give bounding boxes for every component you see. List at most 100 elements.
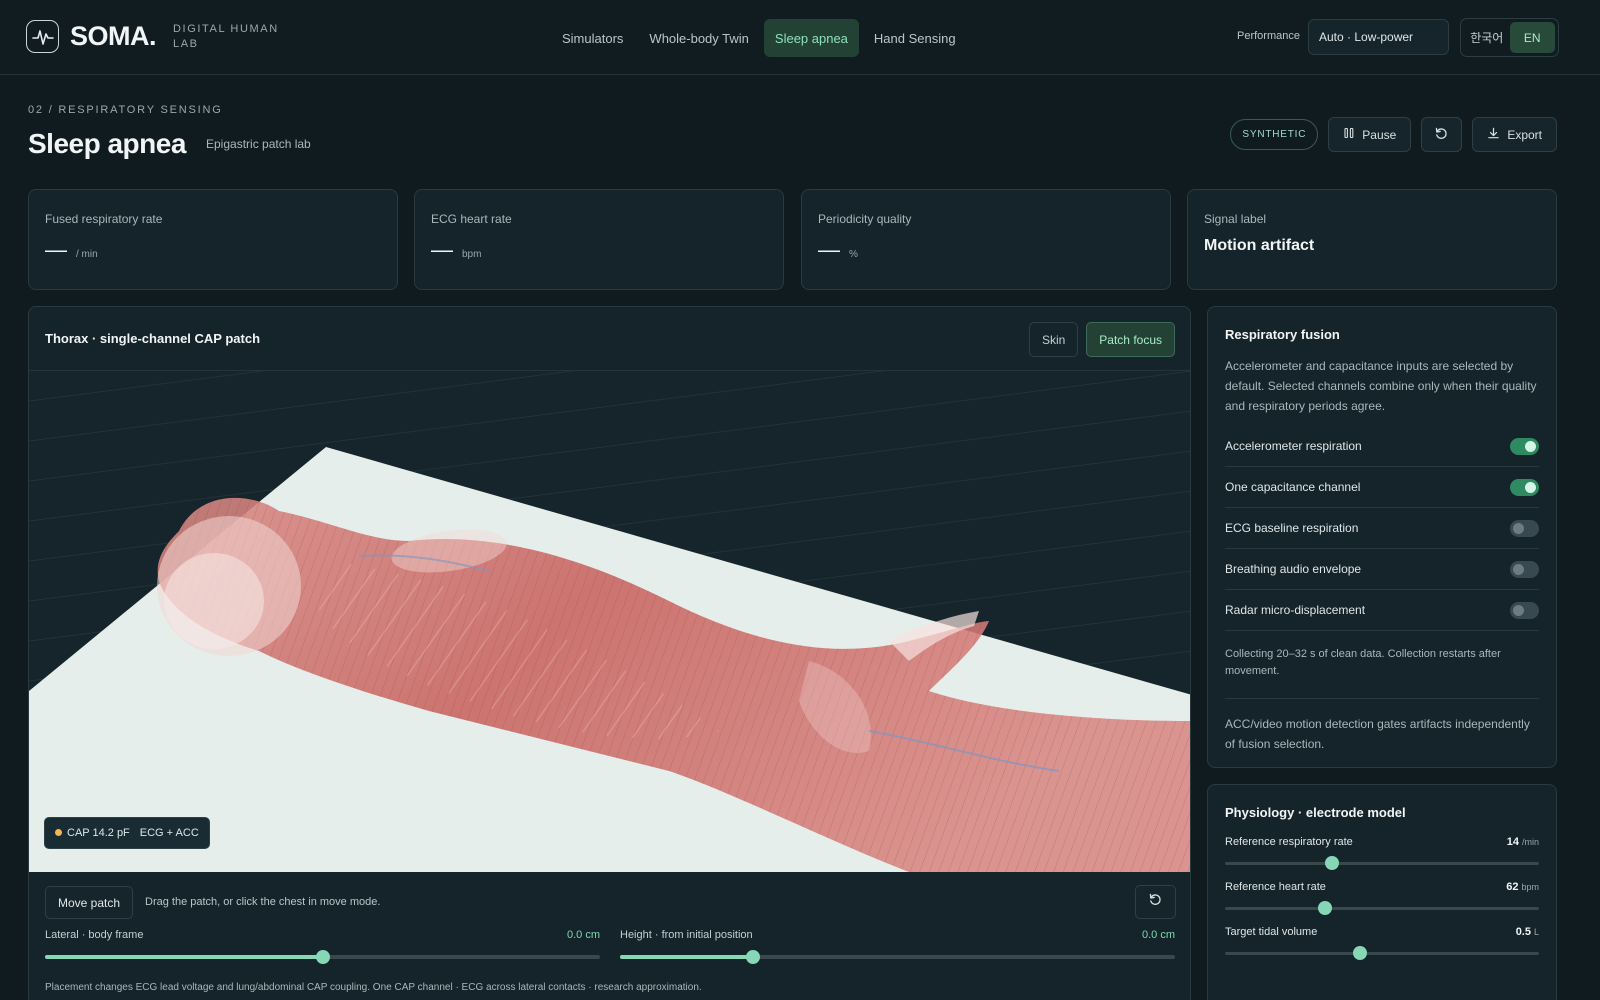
view-patch-focus-button[interactable]: Patch focus — [1086, 322, 1175, 357]
stat-value: — — [818, 237, 840, 262]
toggle-label: One capacitance channel — [1225, 480, 1361, 494]
capacitance-switch[interactable] — [1510, 478, 1539, 496]
height-slider-fill — [620, 955, 754, 959]
stat-value: — — [431, 237, 453, 262]
pause-button[interactable]: Pause — [1328, 117, 1412, 152]
height-slider-thumb[interactable] — [746, 950, 761, 964]
param-label: Reference heart rate — [1225, 881, 1326, 893]
toggle-row-radar[interactable]: Radar micro-displacement — [1225, 590, 1539, 631]
refresh-icon — [1434, 126, 1449, 144]
performance-label: Performance — [1237, 30, 1300, 42]
3d-anatomy-canvas[interactable] — [29, 371, 1191, 872]
toggle-row-audio-envelope[interactable]: Breathing audio envelope — [1225, 549, 1539, 590]
accelerometer-switch[interactable] — [1510, 437, 1539, 455]
stat-unit: / min — [76, 249, 98, 260]
physiology-panel: Physiology · electrode model Reference r… — [1207, 784, 1557, 1000]
patch-controls: Move patch Drag the patch, or click the … — [45, 885, 1176, 920]
toggle-row-ecg-baseline[interactable]: ECG baseline respiration — [1225, 508, 1539, 549]
lateral-slider-block: Lateral · body frame 0.0 cm — [45, 929, 600, 964]
toggle-label: ECG baseline respiration — [1225, 521, 1359, 535]
tidal-volume-slider[interactable] — [1225, 946, 1539, 960]
lateral-label: Lateral · body frame — [45, 929, 144, 941]
param-unit: L — [1533, 927, 1539, 937]
fusion-toggle-list: Accelerometer respiration One capacitanc… — [1225, 426, 1539, 631]
audio-envelope-switch[interactable] — [1510, 560, 1539, 578]
lateral-value: 0.0 cm — [566, 929, 600, 941]
nav-hand-sensing[interactable]: Hand Sensing — [863, 19, 967, 57]
pulse-logo-icon — [26, 20, 59, 53]
export-label: Export — [1507, 127, 1542, 142]
heart-rate-slider[interactable] — [1225, 901, 1539, 915]
cap-status-badge: CAP 14.2 pF ECG + ACC — [44, 817, 210, 849]
sensor-mode: ECG + ACC — [139, 827, 199, 839]
height-value: 0.0 cm — [1141, 929, 1175, 941]
height-slider-block: Height · from initial position 0.0 cm — [620, 929, 1175, 964]
header-actions: SYNTHETIC Pause Export — [1230, 117, 1557, 152]
top-navigation-bar: SOMA. DIGITAL HUMAN LAB Simulators Whole… — [0, 0, 1600, 75]
stat-label: Fused respiratory rate — [45, 212, 163, 226]
brand-subtitle: DIGITAL HUMAN LAB — [173, 22, 279, 50]
language-switcher: 한국어 EN — [1460, 18, 1559, 57]
language-ko-button[interactable]: 한국어 — [1464, 22, 1510, 53]
stat-card-heart-rate: ECG heart rate — bpm — [414, 189, 784, 290]
move-patch-hint: Drag the patch, or click the chest in mo… — [145, 896, 381, 908]
language-en-button[interactable]: EN — [1509, 22, 1555, 53]
cap-value: CAP 14.2 pF — [67, 827, 130, 839]
viewer-footnote: Placement changes ECG lead voltage and l… — [45, 982, 702, 993]
param-label: Target tidal volume — [1225, 926, 1318, 938]
lateral-slider-thumb[interactable] — [315, 950, 330, 964]
param-value: 0.5 — [1515, 926, 1531, 938]
param-value: 62 — [1506, 881, 1519, 893]
nav-simulators[interactable]: Simulators — [551, 19, 634, 57]
stat-card-signal-label: Signal label Motion artifact — [1187, 189, 1557, 290]
fusion-title: Respiratory fusion — [1225, 327, 1340, 342]
pause-label: Pause — [1362, 127, 1397, 142]
synthetic-badge: SYNTHETIC — [1230, 119, 1319, 150]
brand[interactable]: SOMA. DIGITAL HUMAN LAB — [26, 20, 283, 53]
section-eyebrow: 02 / RESPIRATORY SENSING — [28, 104, 223, 116]
tidal-volume-slider-thumb[interactable] — [1353, 946, 1368, 960]
reset-button[interactable] — [1421, 117, 1463, 152]
fusion-description: Accelerometer and capacitance inputs are… — [1225, 359, 1537, 413]
brand-name: SOMA. — [70, 21, 157, 51]
respiratory-rate-slider[interactable] — [1225, 856, 1539, 870]
stat-value: — — [45, 237, 67, 262]
respiratory-rate-slider-thumb[interactable] — [1324, 856, 1339, 870]
param-tidal-volume: Target tidal volume 0.5 L — [1225, 926, 1539, 960]
cap-reading: CAP 14.2 pF — [55, 827, 130, 839]
toggle-label: Breathing audio envelope — [1225, 562, 1362, 576]
page-subtitle: Epigastric patch lab — [206, 137, 311, 151]
respiratory-fusion-panel: Respiratory fusion Accelerometer and cap… — [1207, 306, 1557, 768]
view-skin-button[interactable]: Skin — [1028, 322, 1079, 357]
nav-sleep-apnea[interactable]: Sleep apnea — [763, 19, 859, 57]
param-label: Reference respiratory rate — [1225, 836, 1353, 848]
stat-label: ECG heart rate — [431, 212, 512, 226]
height-label: Height · from initial position — [620, 929, 753, 941]
lateral-slider[interactable] — [45, 950, 600, 964]
export-button[interactable]: Export — [1472, 117, 1557, 152]
toggle-row-accelerometer[interactable]: Accelerometer respiration — [1225, 426, 1539, 467]
pause-icon — [1343, 127, 1355, 142]
move-patch-button[interactable]: Move patch — [45, 886, 134, 919]
heart-rate-slider-thumb[interactable] — [1318, 901, 1333, 915]
reset-patch-button[interactable] — [1135, 885, 1176, 919]
ecg-baseline-switch[interactable] — [1510, 519, 1539, 537]
stat-card-respiratory-rate: Fused respiratory rate — / min — [28, 189, 398, 290]
radar-switch[interactable] — [1510, 601, 1539, 619]
height-slider[interactable] — [620, 950, 1175, 964]
nav-whole-body-twin[interactable]: Whole-body Twin — [638, 19, 759, 57]
param-unit: /min — [1521, 837, 1539, 847]
refresh-icon — [1148, 892, 1163, 912]
status-dot-icon — [55, 829, 62, 836]
performance-select[interactable]: Auto · Low-power — [1308, 19, 1449, 55]
param-respiratory-rate: Reference respiratory rate 14/min — [1225, 836, 1539, 870]
toggle-label: Accelerometer respiration — [1225, 439, 1362, 453]
physiology-title: Physiology · electrode model — [1225, 805, 1406, 820]
toggle-row-capacitance[interactable]: One capacitance channel — [1225, 467, 1539, 508]
param-value: 14 — [1506, 836, 1519, 848]
fusion-artifact-note: ACC/video motion detection gates artifac… — [1225, 717, 1530, 751]
stat-label: Signal label — [1204, 212, 1267, 226]
main-nav: Simulators Whole-body Twin Sleep apnea H… — [551, 19, 967, 57]
signal-label-value: Motion artifact — [1204, 237, 1315, 254]
param-unit: bpm — [1521, 882, 1539, 892]
